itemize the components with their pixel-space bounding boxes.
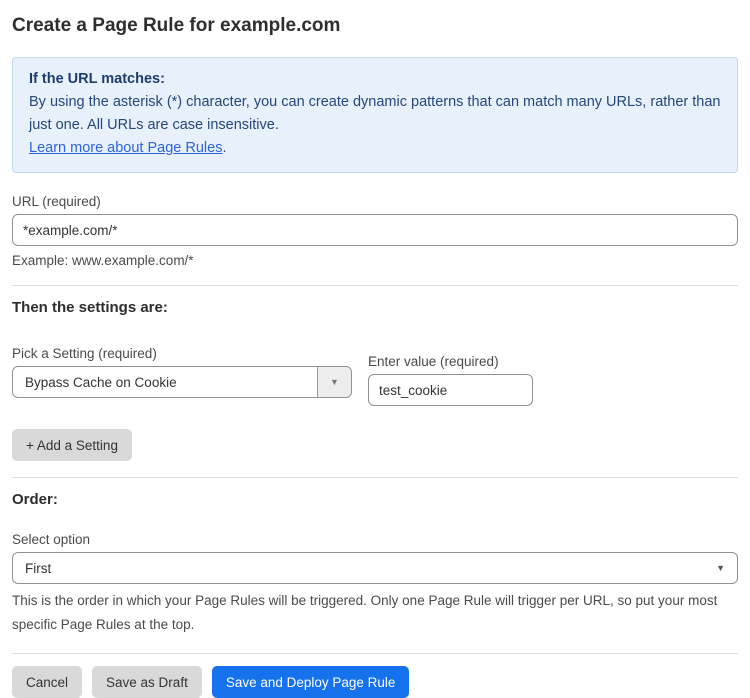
create-page-rule-form: Create a Page Rule for example.com If th…: [0, 0, 750, 698]
divider: [12, 285, 738, 286]
url-helper-text: Example: www.example.com/*: [12, 252, 738, 269]
setting-select-label: Pick a Setting (required): [12, 345, 352, 362]
divider: [12, 653, 738, 654]
page-title: Create a Page Rule for example.com: [12, 13, 738, 39]
url-matches-info-box: If the URL matches: By using the asteris…: [12, 57, 738, 173]
settings-section-heading: Then the settings are:: [12, 298, 738, 317]
add-setting-button[interactable]: + Add a Setting: [12, 429, 132, 461]
setting-value-label: Enter value (required): [368, 353, 533, 370]
save-draft-button[interactable]: Save as Draft: [92, 666, 202, 698]
info-box-link-line: Learn more about Page Rules.: [29, 137, 721, 160]
settings-row: Pick a Setting (required) Bypass Cache o…: [12, 345, 738, 406]
url-input[interactable]: [12, 214, 738, 246]
chevron-down-icon[interactable]: ▼: [317, 367, 351, 397]
order-section-heading: Order:: [12, 490, 738, 509]
cancel-button[interactable]: Cancel: [12, 666, 82, 698]
setting-select-value: Bypass Cache on Cookie: [13, 375, 317, 390]
chevron-down-icon: ▼: [704, 563, 737, 573]
link-suffix: .: [222, 140, 226, 156]
info-box-body: By using the asterisk (*) character, you…: [29, 91, 721, 137]
order-select-value: First: [13, 561, 704, 576]
order-helper-text: This is the order in which your Page Rul…: [12, 589, 738, 637]
setting-select[interactable]: Bypass Cache on Cookie ▼: [12, 366, 352, 398]
order-select[interactable]: First ▼: [12, 552, 738, 584]
add-setting-row: + Add a Setting: [12, 429, 738, 461]
order-select-section: Select option First ▼ This is the order …: [12, 531, 738, 637]
order-select-label: Select option: [12, 531, 738, 548]
save-deploy-button[interactable]: Save and Deploy Page Rule: [212, 666, 410, 698]
divider: [12, 477, 738, 478]
setting-value-input[interactable]: [368, 374, 533, 406]
setting-value-column: Enter value (required): [368, 345, 533, 406]
setting-select-column: Pick a Setting (required) Bypass Cache o…: [12, 345, 352, 406]
info-box-heading: If the URL matches:: [29, 68, 721, 91]
url-label: URL (required): [12, 193, 738, 210]
footer-buttons: Cancel Save as Draft Save and Deploy Pag…: [12, 666, 738, 698]
url-section: URL (required) Example: www.example.com/…: [12, 193, 738, 269]
learn-more-link[interactable]: Learn more about Page Rules: [29, 140, 222, 156]
